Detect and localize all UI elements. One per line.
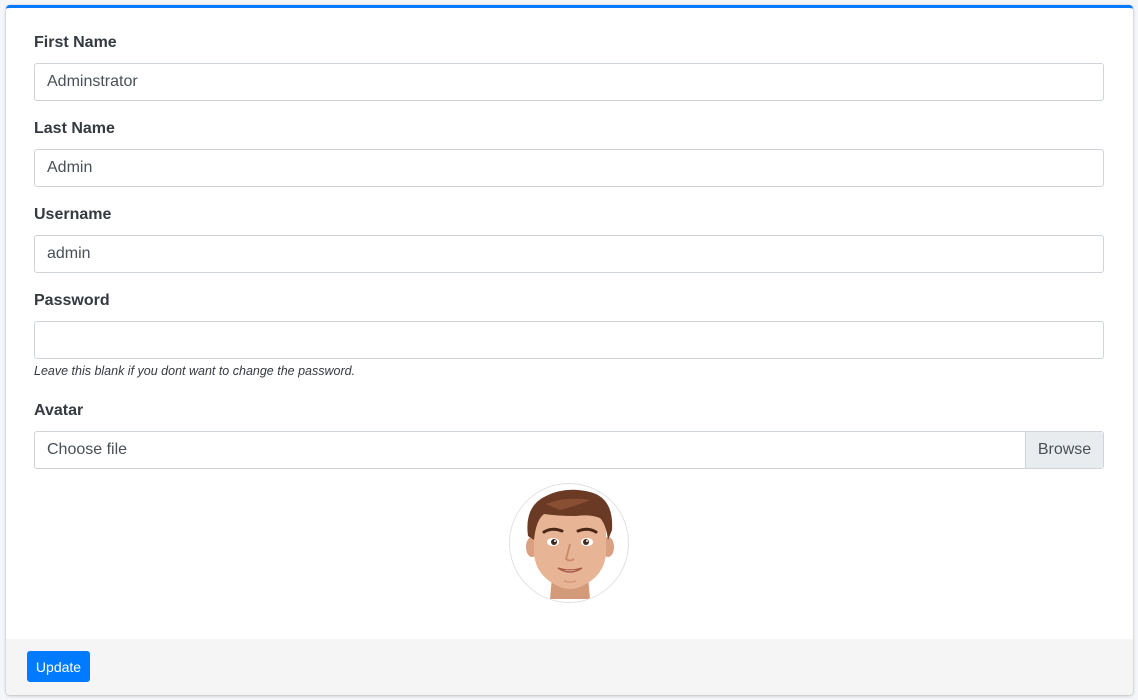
username-group: Username bbox=[34, 203, 1105, 273]
file-input-label: Choose file bbox=[47, 441, 128, 458]
password-help-text: Leave this blank if you dont want to cha… bbox=[34, 364, 356, 378]
first-name-label: First Name bbox=[34, 34, 117, 51]
avatar-file-input[interactable]: Choose file Browse bbox=[34, 431, 1104, 469]
avatar-illustration bbox=[526, 489, 614, 599]
card-footer: Update bbox=[6, 639, 1133, 695]
avatar-image bbox=[509, 483, 629, 603]
password-label: Password bbox=[34, 292, 110, 309]
first-name-input[interactable] bbox=[34, 63, 1104, 101]
password-group: Password Leave this blank if you dont wa… bbox=[34, 289, 1105, 378]
last-name-label: Last Name bbox=[34, 120, 115, 137]
username-label: Username bbox=[34, 206, 112, 223]
avatar-label: Avatar bbox=[34, 402, 84, 419]
last-name-input[interactable] bbox=[34, 149, 1104, 187]
profile-form: First Name Last Name Username Password L… bbox=[6, 8, 1133, 639]
username-input[interactable] bbox=[34, 235, 1104, 273]
browse-button[interactable]: Browse bbox=[1025, 432, 1103, 468]
first-name-group: First Name bbox=[34, 31, 1105, 101]
profile-card: First Name Last Name Username Password L… bbox=[6, 5, 1133, 695]
last-name-group: Last Name bbox=[34, 117, 1105, 187]
avatar-group: Avatar Choose file Browse bbox=[34, 399, 1105, 469]
password-input[interactable] bbox=[34, 321, 1104, 359]
update-button[interactable]: Update bbox=[27, 651, 90, 682]
